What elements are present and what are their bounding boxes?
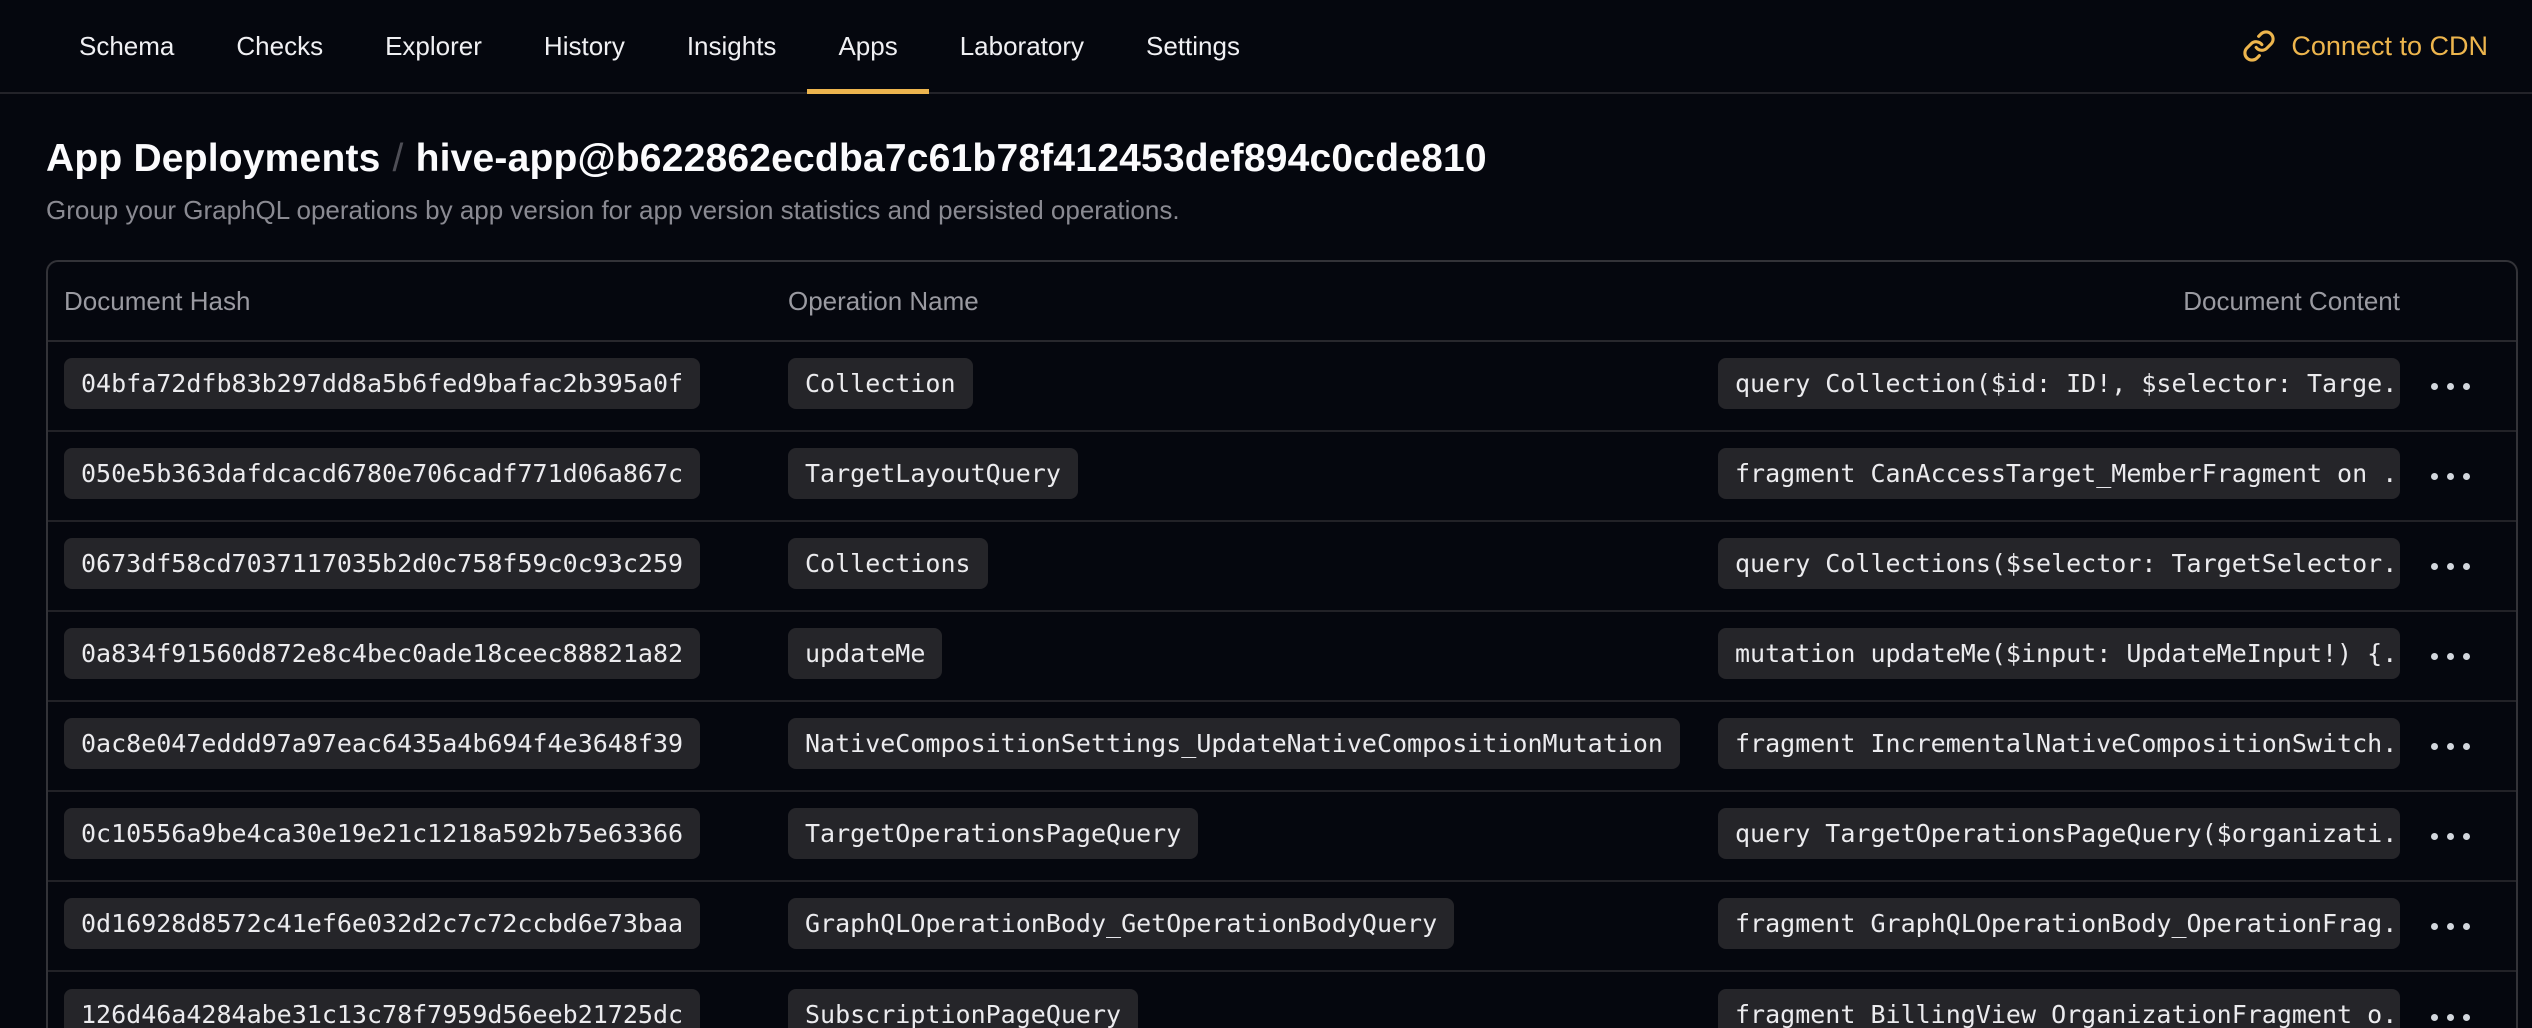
- tab-checks[interactable]: Checks: [205, 0, 354, 92]
- table-row: 126d46a4284abe31c13c78f7959d56eeb21725dc…: [48, 972, 2516, 1028]
- ellipsis-icon: [2431, 743, 2470, 750]
- document-content: fragment GraphQLOperationBody_OperationF…: [1718, 898, 2400, 949]
- table-row: 0673df58cd7037117035b2d0c758f59c0c93c259…: [48, 522, 2516, 612]
- connect-to-cdn-button[interactable]: Connect to CDN: [2242, 0, 2488, 92]
- document-hash: 0ac8e047eddd97a97eac6435a4b694f4e3648f39: [64, 718, 700, 769]
- table-header-row: Document Hash Operation Name Document Co…: [48, 262, 2516, 342]
- document-hash: 050e5b363dafdcacd6780e706cadf771d06a867c: [64, 448, 700, 499]
- document-content: query Collection($id: ID!, $selector: Ta…: [1718, 358, 2400, 409]
- table-row: 0a834f91560d872e8c4bec0ade18ceec88821a82…: [48, 612, 2516, 702]
- nav-tabs: Schema Checks Explorer History Insights …: [48, 0, 1271, 92]
- breadcrumb-separator: /: [393, 137, 404, 180]
- row-menu-button[interactable]: [2421, 369, 2480, 404]
- tab-settings[interactable]: Settings: [1115, 0, 1271, 92]
- table-row: 04bfa72dfb83b297dd8a5b6fed9bafac2b395a0f…: [48, 342, 2516, 432]
- column-header-operation-name: Operation Name: [788, 286, 1718, 317]
- row-menu-button[interactable]: [2421, 819, 2480, 854]
- tab-history[interactable]: History: [513, 0, 656, 92]
- document-content: fragment BillingView_OrganizationFragmen…: [1718, 989, 2400, 1028]
- ellipsis-icon: [2431, 653, 2470, 660]
- row-menu-button[interactable]: [2421, 729, 2480, 764]
- row-menu-button[interactable]: [2421, 459, 2480, 494]
- tab-apps[interactable]: Apps: [807, 0, 928, 92]
- operation-name: SubscriptionPageQuery: [788, 989, 1138, 1028]
- document-hash: 0673df58cd7037117035b2d0c758f59c0c93c259: [64, 538, 700, 589]
- top-navigation: Schema Checks Explorer History Insights …: [0, 0, 2532, 94]
- row-menu-button[interactable]: [2421, 1000, 2480, 1028]
- operation-name: GraphQLOperationBody_GetOperationBodyQue…: [788, 898, 1454, 949]
- operation-name: TargetOperationsPageQuery: [788, 808, 1198, 859]
- active-tab-underline: [807, 89, 928, 94]
- link-icon: [2242, 29, 2276, 63]
- app-deployments-table: Document Hash Operation Name Document Co…: [46, 260, 2518, 1028]
- tab-laboratory[interactable]: Laboratory: [929, 0, 1115, 92]
- row-menu-button[interactable]: [2421, 549, 2480, 584]
- page-subtitle: Group your GraphQL operations by app ver…: [46, 194, 2518, 226]
- operation-name: updateMe: [788, 628, 942, 679]
- document-content: query Collections($selector: TargetSelec…: [1718, 538, 2400, 589]
- document-content: fragment CanAccessTarget_MemberFragment …: [1718, 448, 2400, 499]
- breadcrumb-app-id: hive-app@b622862ecdba7c61b78f412453def89…: [416, 137, 1487, 180]
- document-hash: 0a834f91560d872e8c4bec0ade18ceec88821a82: [64, 628, 700, 679]
- document-content: query TargetOperationsPageQuery($organiz…: [1718, 808, 2400, 859]
- tab-explorer[interactable]: Explorer: [354, 0, 513, 92]
- ellipsis-icon: [2431, 383, 2470, 390]
- operation-name: NativeCompositionSettings_UpdateNativeCo…: [788, 718, 1680, 769]
- document-hash: 04bfa72dfb83b297dd8a5b6fed9bafac2b395a0f: [64, 358, 700, 409]
- document-content: mutation updateMe($input: UpdateMeInput!…: [1718, 628, 2400, 679]
- table-row: 0ac8e047eddd97a97eac6435a4b694f4e3648f39…: [48, 702, 2516, 792]
- ellipsis-icon: [2431, 833, 2470, 840]
- ellipsis-icon: [2431, 563, 2470, 570]
- column-header-document-hash: Document Hash: [64, 286, 788, 317]
- operation-name: Collection: [788, 358, 973, 409]
- breadcrumb: App Deployments / hive-app@b622862ecdba7c6…: [46, 136, 2518, 182]
- breadcrumb-section: App Deployments: [46, 137, 381, 180]
- ellipsis-icon: [2431, 1014, 2470, 1021]
- table-row: 050e5b363dafdcacd6780e706cadf771d06a867c…: [48, 432, 2516, 522]
- document-content: fragment IncrementalNativeCompositionSwi…: [1718, 718, 2400, 769]
- connect-to-cdn-label: Connect to CDN: [2291, 31, 2488, 62]
- ellipsis-icon: [2431, 923, 2470, 930]
- row-menu-button[interactable]: [2421, 639, 2480, 674]
- table-row: 0c10556a9be4ca30e19e21c1218a592b75e63366…: [48, 792, 2516, 882]
- document-hash: 0c10556a9be4ca30e19e21c1218a592b75e63366: [64, 808, 700, 859]
- operation-name: TargetLayoutQuery: [788, 448, 1078, 499]
- app-window: Schema Checks Explorer History Insights …: [0, 0, 2532, 1028]
- document-hash: 126d46a4284abe31c13c78f7959d56eeb21725dc: [64, 989, 700, 1028]
- tab-schema[interactable]: Schema: [48, 0, 205, 92]
- table-row: 0d16928d8572c41ef6e032d2c7c72ccbd6e73baa…: [48, 882, 2516, 972]
- document-hash: 0d16928d8572c41ef6e032d2c7c72ccbd6e73baa: [64, 898, 700, 949]
- column-header-document-content: Document Content: [1718, 286, 2400, 317]
- tab-insights[interactable]: Insights: [656, 0, 808, 92]
- main-content: App Deployments / hive-app@b622862ecdba7c6…: [0, 94, 2532, 1028]
- operation-name: Collections: [788, 538, 988, 589]
- row-menu-button[interactable]: [2421, 909, 2480, 944]
- ellipsis-icon: [2431, 473, 2470, 480]
